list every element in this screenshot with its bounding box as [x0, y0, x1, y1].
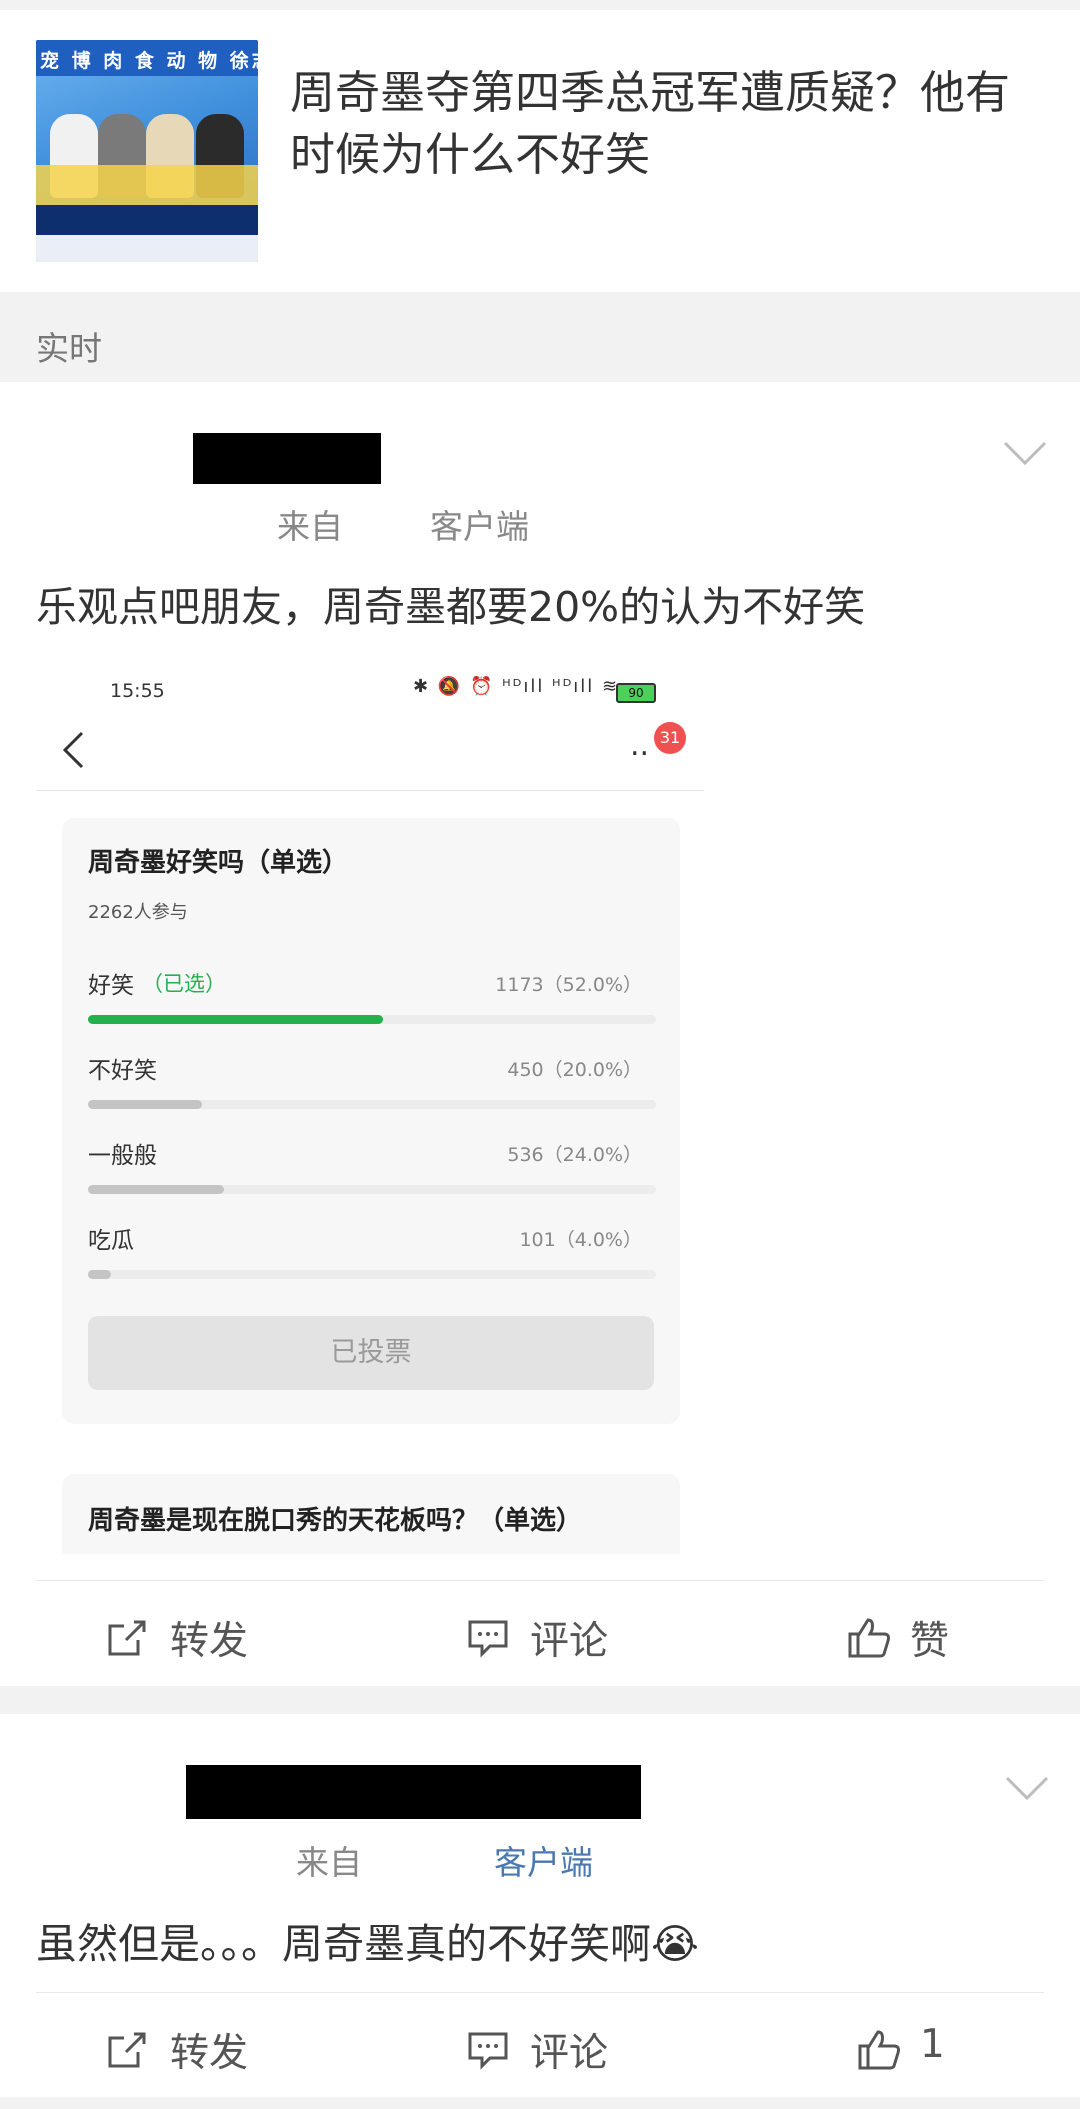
repost-icon — [108, 1620, 146, 1656]
poll-question: 周奇墨好笑吗（单选） — [88, 848, 349, 878]
like-button[interactable]: 1 — [856, 2018, 996, 2078]
poll-option-bar — [88, 1015, 384, 1024]
poll-option-label: 吃瓜 — [88, 1228, 134, 1254]
bottom-divider — [0, 2097, 1080, 2109]
battery-icon: 90 — [616, 683, 656, 703]
more-icon: .. — [630, 728, 650, 763]
comment-label: 评论 — [530, 2031, 609, 2076]
poll-option-track — [88, 1100, 656, 1109]
action-divider — [36, 1580, 1044, 1581]
chevron-down-icon[interactable] — [1005, 1775, 1049, 1801]
poll-option-count: 450（20.0%） — [507, 1059, 642, 1081]
poll-option-bar — [88, 1185, 225, 1194]
post-source-prefix: 来自 — [277, 507, 343, 546]
poll-option-track — [88, 1015, 656, 1024]
poll-option-bar — [88, 1270, 111, 1279]
comment-icon — [468, 1620, 508, 1658]
poll-option-track — [88, 1270, 656, 1279]
like-button[interactable]: 赞 — [846, 1606, 986, 1666]
redacted-username — [193, 433, 381, 484]
poll-participants: 2262人参与 — [88, 902, 188, 923]
post-source-client[interactable]: 客户端 — [494, 1836, 593, 1884]
poll-option-label: 好笑 — [88, 973, 134, 999]
poll-option-bar — [88, 1100, 202, 1109]
comment-button[interactable]: 评论 — [466, 2018, 666, 2078]
repost-icon — [108, 2032, 146, 2068]
topic-title[interactable]: 周奇墨夺第四季总冠军遭质疑？他有时候为什么不好笑 — [290, 62, 1050, 186]
section-label-realtime[interactable]: 实时 — [36, 322, 102, 370]
comment-label: 评论 — [530, 1619, 609, 1664]
poll-option-label: 一般般 — [88, 1143, 157, 1169]
comment-icon — [468, 2032, 508, 2070]
post-text-body: 虽然但是。。。周奇墨真的不好笑啊 — [36, 1920, 651, 1968]
thumbs-up-icon — [858, 2030, 900, 2070]
post-text: 乐观点吧朋友，周奇墨都要20%的认为不好笑 — [36, 583, 866, 631]
repost-label: 转发 — [170, 1619, 249, 1664]
status-time: 15:55 — [110, 680, 165, 702]
poll-chosen-tag: （已选） — [142, 972, 226, 996]
section-header: 实时 — [0, 292, 1080, 382]
voted-button: 已投票 — [88, 1316, 654, 1390]
repost-button[interactable]: 转发 — [104, 2018, 304, 2078]
topic-thumbnail[interactable]: 宠 博 肉 食 动 物 徐志胜 — [36, 40, 258, 262]
comment-button[interactable]: 评论 — [466, 1606, 666, 1666]
chevron-down-icon[interactable] — [1003, 440, 1047, 466]
top-divider — [0, 0, 1080, 10]
poll-option-count: 101（4.0%） — [519, 1229, 642, 1251]
poll-question-2: 周奇墨是现在脱口秀的天花板吗？（单选） — [88, 1506, 583, 1536]
action-divider — [36, 1992, 1044, 1993]
poll-option-count: 536（24.0%） — [507, 1144, 642, 1166]
screenshot-divider — [36, 790, 704, 791]
poll-option-label: 不好笑 — [88, 1058, 157, 1084]
poll-option-track — [88, 1185, 656, 1194]
back-arrow-icon — [62, 731, 84, 769]
thumbs-up-icon — [848, 1618, 890, 1658]
redacted-username — [186, 1765, 641, 1819]
repost-button[interactable]: 转发 — [104, 1606, 304, 1666]
repost-label: 转发 — [170, 2031, 249, 2076]
crying-emoji-icon: 😭 — [651, 1920, 699, 1968]
post-text: 虽然但是。。。周奇墨真的不好笑啊😭 — [36, 1910, 699, 1970]
post-source-client[interactable]: 客户端 — [430, 500, 529, 548]
poll-option-count: 1173（52.0%） — [495, 974, 642, 996]
post-separator — [0, 1686, 1080, 1714]
like-count: 1 — [920, 2022, 945, 2067]
status-icons: ✱ 🔕 ⏰ ᴴᴰıll ᴴᴰıll ≋ — [413, 676, 620, 697]
like-label: 赞 — [910, 1619, 950, 1664]
notification-badge: 31 — [654, 722, 686, 754]
post-source-prefix: 来自 — [296, 1843, 362, 1882]
